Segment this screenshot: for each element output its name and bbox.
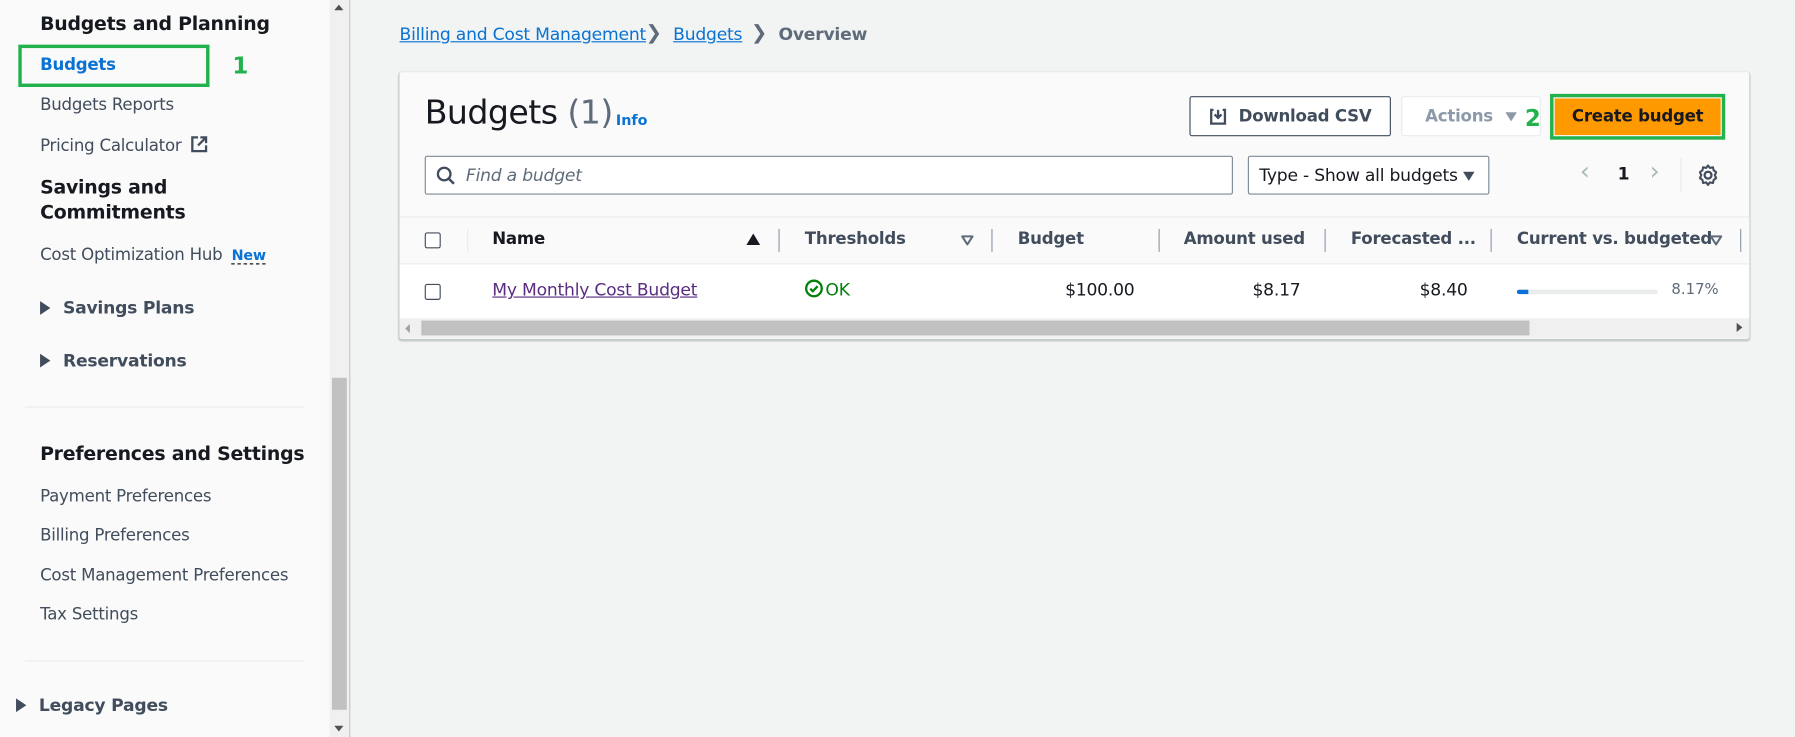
- column-header-name[interactable]: Name: [492, 230, 545, 248]
- sidebar-item-label: Pricing Calculator: [40, 137, 182, 156]
- search-icon: [436, 166, 455, 185]
- column-header-budget[interactable]: Budget: [1018, 230, 1084, 248]
- sidebar-item-label: Reservations: [62, 350, 187, 371]
- table-row: My Monthly Cost Budget OK $100.00 $8.17 …: [399, 264, 1750, 319]
- scroll-up-arrow-icon[interactable]: [334, 4, 344, 11]
- budget-amount: $100.00: [1065, 279, 1135, 300]
- scroll-right-arrow-icon[interactable]: [1736, 322, 1743, 332]
- column-resizer[interactable]: [1740, 228, 1742, 252]
- row-checkbox[interactable]: [424, 283, 441, 300]
- sidebar-item-pricing-calculator[interactable]: Pricing Calculator: [40, 135, 208, 156]
- download-csv-button[interactable]: Download CSV: [1189, 96, 1391, 137]
- breadcrumb-billing-cost-management[interactable]: Billing and Cost Management: [400, 24, 647, 45]
- amount-used: $8.17: [1252, 279, 1301, 300]
- scroll-down-arrow-icon[interactable]: [334, 725, 344, 732]
- budget-count: (1): [567, 92, 613, 132]
- sidebar-divider: [25, 406, 305, 408]
- sidebar-item-label: Cost Optimization Hub: [40, 246, 223, 265]
- caret-right-icon: [40, 301, 51, 315]
- select-all-checkbox[interactable]: [424, 232, 441, 249]
- sort-indicator-icon[interactable]: [1709, 235, 1723, 246]
- section-heading-preferences: Preferences and Settings: [40, 443, 305, 465]
- table-header: Name Thresholds Budget Amount used Forec…: [399, 216, 1750, 265]
- sidebar-divider: [25, 660, 305, 662]
- button-label: Actions: [1425, 107, 1493, 126]
- create-budget-button[interactable]: Create budget: [1554, 98, 1721, 136]
- column-resizer[interactable]: [991, 228, 993, 252]
- scroll-left-arrow-icon[interactable]: [405, 323, 410, 334]
- column-header-forecasted[interactable]: Forecasted ...: [1351, 230, 1476, 248]
- gear-icon[interactable]: [1697, 164, 1720, 187]
- caret-right-icon: [40, 353, 51, 368]
- annotation-step-1: 1: [232, 51, 249, 79]
- type-filter-select[interactable]: Type - Show all budgets: [1247, 155, 1490, 195]
- caret-down-icon: [1463, 171, 1475, 181]
- sidebar-item-cost-management-preferences[interactable]: Cost Management Preferences: [40, 567, 288, 585]
- scrollbar-thumb[interactable]: [421, 320, 1530, 336]
- page-title: Budgets (1): [424, 92, 614, 132]
- info-link[interactable]: Info: [616, 111, 648, 128]
- status-text: OK: [825, 279, 850, 300]
- progress-bar-fill: [1516, 289, 1529, 295]
- sidebar-item-billing-preferences[interactable]: Billing Preferences: [40, 527, 190, 545]
- chevron-right-icon: ❯: [750, 21, 768, 45]
- budget-name-link[interactable]: My Monthly Cost Budget: [492, 279, 697, 300]
- status-success-icon: [805, 279, 823, 298]
- threshold-status: OK: [805, 279, 850, 300]
- title-text: Budgets: [424, 92, 558, 132]
- column-header-thresholds[interactable]: Thresholds: [805, 230, 906, 248]
- search-placeholder: Find a budget: [465, 164, 582, 186]
- sidebar-item-payment-preferences[interactable]: Payment Preferences: [40, 488, 211, 506]
- download-icon: [1210, 108, 1227, 125]
- breadcrumb-current-overview: Overview: [778, 24, 868, 45]
- sidebar-item-tax-settings[interactable]: Tax Settings: [40, 606, 138, 624]
- budgets-table-container: Budgets (1) Info Download CSV Actions 2 …: [399, 72, 1750, 339]
- section-heading-budgets-planning: Budgets and Planning: [40, 12, 270, 35]
- pagination-next-icon[interactable]: ›: [1650, 158, 1660, 187]
- sidebar: Budgets and Planning Budgets 1 Budgets R…: [0, 0, 330, 737]
- column-resizer[interactable]: [1490, 228, 1492, 252]
- sidebar-item-budgets[interactable]: Budgets: [40, 56, 116, 74]
- forecasted-amount: $8.40: [1419, 279, 1468, 300]
- sidebar-expandable-reservations[interactable]: Reservations: [40, 350, 187, 371]
- current-vs-budgeted-progress-bar: [1516, 289, 1658, 295]
- sidebar-item-budgets-reports[interactable]: Budgets Reports: [40, 96, 174, 114]
- sidebar-item-cost-optimization-hub[interactable]: Cost Optimization Hub New: [40, 246, 266, 265]
- actions-dropdown-button[interactable]: Actions: [1401, 96, 1541, 137]
- section-heading-line: Savings and: [40, 176, 168, 199]
- breadcrumb-budgets[interactable]: Budgets: [673, 24, 742, 45]
- select-value: Type - Show all budgets: [1259, 164, 1458, 186]
- annotation-step-2: 2: [1524, 104, 1541, 132]
- current-vs-budgeted-percent: 8.17%: [1671, 281, 1719, 299]
- column-resizer[interactable]: [778, 228, 780, 252]
- chevron-right-icon: ❯: [645, 21, 662, 45]
- column-separator: [467, 228, 469, 252]
- column-resizer[interactable]: [1324, 228, 1326, 252]
- scrollbar-thumb[interactable]: [331, 377, 347, 710]
- button-label: Download CSV: [1238, 107, 1372, 126]
- pagination-divider: [1680, 157, 1682, 193]
- sidebar-scrollbar[interactable]: [329, 0, 351, 737]
- external-link-icon: [191, 136, 208, 153]
- table-horizontal-scrollbar[interactable]: [399, 318, 1750, 338]
- search-input[interactable]: Find a budget: [424, 155, 1233, 195]
- pagination-previous-icon[interactable]: ‹: [1580, 158, 1590, 187]
- sidebar-item-label: Savings Plans: [62, 297, 195, 319]
- section-heading-line: Commitments: [40, 201, 186, 224]
- caret-down-icon: [1505, 111, 1517, 121]
- sort-indicator-icon[interactable]: [960, 235, 974, 246]
- section-heading-savings: Savings and Commitments: [40, 175, 186, 225]
- new-badge: New: [231, 246, 266, 265]
- sidebar-expandable-legacy-pages[interactable]: Legacy Pages: [16, 694, 168, 716]
- pagination-current-page[interactable]: 1: [1618, 164, 1630, 185]
- column-header-current-vs-budgeted[interactable]: Current vs. budgeted: [1517, 230, 1712, 248]
- sidebar-item-label: Legacy Pages: [38, 694, 168, 716]
- sidebar-expandable-savings-plans[interactable]: Savings Plans: [40, 297, 195, 319]
- caret-right-icon: [16, 698, 27, 713]
- column-header-amount-used[interactable]: Amount used: [1184, 230, 1305, 248]
- sort-ascending-icon[interactable]: [746, 233, 761, 245]
- column-resizer[interactable]: [1158, 228, 1160, 252]
